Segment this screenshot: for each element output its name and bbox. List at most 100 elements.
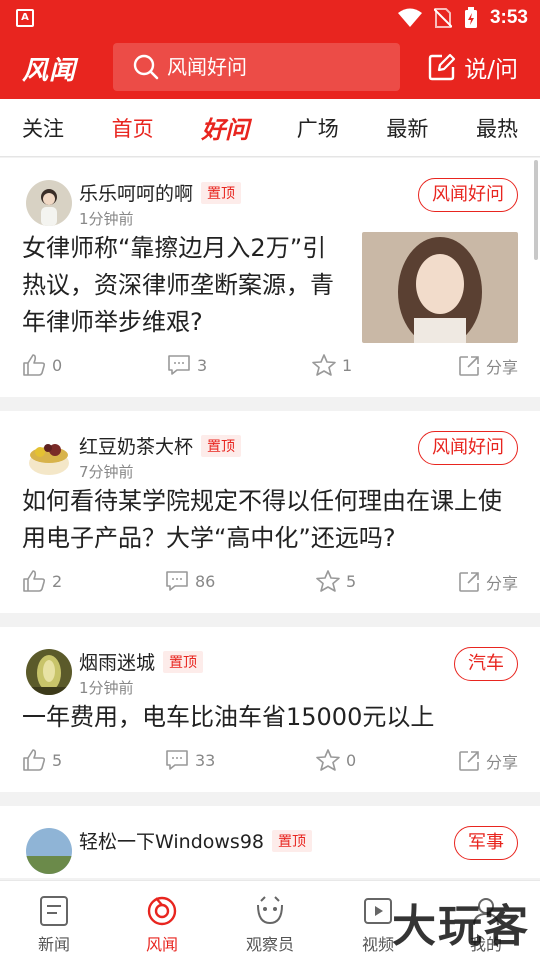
- post-card[interactable]: 轻松一下Windows98 置顶 军事: [0, 806, 540, 878]
- category-tag[interactable]: 军事: [454, 826, 518, 860]
- share-label: 分享: [485, 753, 518, 772]
- share-button[interactable]: 分享: [458, 354, 518, 378]
- post-card[interactable]: 红豆奶茶大杯 置顶 7分钟前 风闻好问 如何看待某学院规定不得以任何理由在课上使用…: [0, 411, 540, 613]
- author-name[interactable]: 轻松一下Windows98 置顶: [79, 827, 312, 854]
- category-tabs: 关注 首页 好问 广场 最新 最热: [0, 99, 540, 157]
- thumbs-up-icon: [23, 570, 46, 592]
- avatar[interactable]: [26, 180, 72, 226]
- battery-charging-icon: [464, 7, 477, 28]
- share-label: 分享: [485, 358, 518, 377]
- tab-hottest[interactable]: 最热: [476, 113, 518, 143]
- star-icon: [316, 570, 340, 592]
- tab-square[interactable]: 广场: [297, 113, 339, 143]
- post-actions: 2 86 5 分享: [22, 557, 518, 613]
- like-count: 2: [52, 571, 63, 591]
- favorite-count: 5: [346, 571, 357, 591]
- share-label: 分享: [485, 574, 518, 593]
- comment-count: 3: [197, 355, 208, 375]
- like-count: 5: [52, 750, 63, 770]
- favorite-button[interactable]: 5: [316, 570, 356, 592]
- post-actions: 5 33 0 分享: [22, 736, 518, 792]
- nav-news[interactable]: 新闻: [0, 881, 108, 960]
- share-icon: [459, 356, 479, 376]
- pinned-badge: 置顶: [201, 435, 242, 457]
- pinned-badge: 置顶: [201, 182, 242, 204]
- ask-label: 说/问: [464, 57, 518, 83]
- search-input[interactable]: [167, 55, 387, 79]
- thumbs-up-icon: [23, 749, 46, 771]
- like-button[interactable]: 5: [22, 749, 62, 771]
- post-time: 1分钟前: [79, 210, 134, 228]
- scrollbar[interactable]: [534, 160, 538, 260]
- category-tag[interactable]: 风闻好问: [418, 431, 518, 465]
- author-name[interactable]: 红豆奶茶大杯 置顶: [79, 432, 242, 459]
- comment-button[interactable]: 3: [167, 354, 207, 376]
- post-feed: 乐乐呵呵的啊 置顶 1分钟前 风闻好问 女律师称“靠擦边月入2万”引热议，资深律师…: [0, 158, 540, 880]
- clock: 3:53: [489, 7, 528, 28]
- favorite-button[interactable]: 0: [316, 749, 356, 771]
- watermark: 大玩客: [392, 901, 530, 952]
- like-button[interactable]: 2: [22, 570, 62, 592]
- pinned-badge: 置顶: [272, 830, 312, 852]
- tab-home[interactable]: 首页: [112, 113, 154, 143]
- search-bar[interactable]: [113, 43, 400, 91]
- app-header: 风闻 说/问: [0, 36, 540, 99]
- comment-icon: [166, 750, 188, 770]
- status-icons: 3:53: [397, 6, 528, 30]
- post-time: 1分钟前: [79, 679, 134, 697]
- category-tag[interactable]: 风闻好问: [418, 178, 518, 212]
- avatar[interactable]: [26, 649, 72, 695]
- post-card[interactable]: 烟雨迷城 置顶 1分钟前 汽车 一年费用，电车比油车省15000元以上 5 33 …: [0, 627, 540, 792]
- nav-news-label: 新闻: [37, 935, 70, 954]
- observer-icon: [257, 896, 283, 925]
- tab-good-question[interactable]: 好问: [201, 110, 249, 145]
- post-time: 7分钟前: [79, 463, 134, 481]
- no-sim-icon: [433, 8, 452, 28]
- search-icon: [133, 54, 159, 80]
- author-name[interactable]: 乐乐呵呵的啊 置顶: [79, 179, 242, 206]
- favorite-button[interactable]: 1: [312, 354, 352, 376]
- nav-fengwen-label: 风闻: [145, 935, 178, 954]
- share-button[interactable]: 分享: [458, 749, 518, 773]
- post-thumbnail[interactable]: [362, 232, 518, 343]
- post-title[interactable]: 一年费用，电车比油车省15000元以上: [22, 699, 518, 736]
- post-actions: 0 3 1 分享: [22, 341, 518, 397]
- comment-icon: [168, 355, 190, 375]
- app-logo: 风闻: [22, 56, 77, 86]
- fengwen-icon: [147, 896, 177, 926]
- category-tag[interactable]: 汽车: [454, 647, 518, 681]
- post-card[interactable]: 乐乐呵呵的啊 置顶 1分钟前 风闻好问 女律师称“靠擦边月入2万”引热议，资深律师…: [0, 158, 540, 397]
- comment-icon: [166, 571, 188, 591]
- avatar[interactable]: [26, 828, 72, 874]
- pinned-badge: 置顶: [163, 651, 204, 673]
- share-icon: [459, 572, 479, 592]
- thumbs-up-icon: [23, 354, 46, 376]
- ask-button[interactable]: 说/问: [428, 46, 518, 88]
- favorite-count: 1: [342, 355, 353, 375]
- nav-video-label: 视频: [361, 935, 394, 954]
- tab-latest[interactable]: 最新: [386, 113, 428, 143]
- comment-button[interactable]: 86: [165, 570, 215, 592]
- comment-count: 86: [195, 571, 216, 591]
- comment-button[interactable]: 33: [165, 749, 215, 771]
- video-icon: [364, 898, 392, 924]
- star-icon: [312, 354, 336, 376]
- wifi-icon: [397, 8, 422, 27]
- post-title[interactable]: 女律师称“靠擦边月入2万”引热议，资深律师垄断案源，青年律师举步维艰?: [22, 230, 342, 341]
- app-notification-icon: A: [16, 9, 34, 27]
- star-icon: [316, 749, 340, 771]
- edit-icon: [429, 53, 456, 81]
- tab-follow[interactable]: 关注: [22, 113, 64, 143]
- nav-observer[interactable]: 观察员: [216, 881, 324, 960]
- author-name[interactable]: 烟雨迷城 置顶: [79, 648, 204, 675]
- news-icon: [40, 896, 68, 926]
- share-button[interactable]: 分享: [458, 570, 518, 594]
- favorite-count: 0: [346, 750, 357, 770]
- avatar[interactable]: [26, 433, 72, 479]
- post-title[interactable]: 如何看待某学院规定不得以任何理由在课上使用电子产品？大学“高中化”还远吗?: [22, 483, 518, 557]
- like-button[interactable]: 0: [22, 354, 62, 376]
- like-count: 0: [52, 355, 63, 375]
- share-icon: [459, 751, 479, 771]
- nav-fengwen[interactable]: 风闻: [108, 881, 216, 960]
- status-bar: A 3:53: [0, 0, 540, 36]
